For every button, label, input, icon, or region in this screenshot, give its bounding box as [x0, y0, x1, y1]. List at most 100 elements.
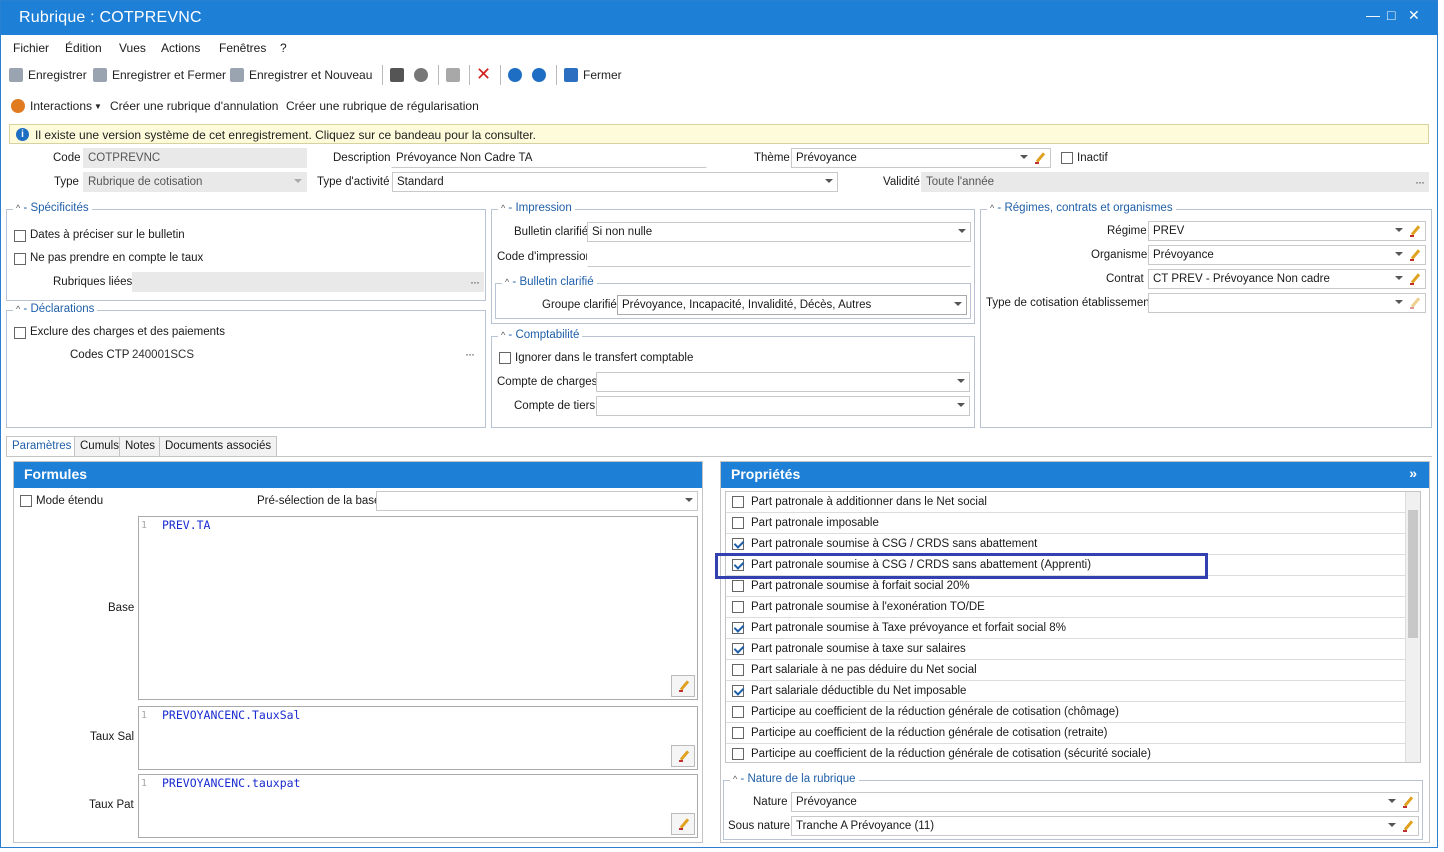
property-checkbox[interactable] [732, 538, 744, 550]
tab-parametres[interactable]: Paramètres [6, 436, 78, 457]
activity-select[interactable]: Standard [392, 172, 838, 192]
more-icon[interactable]: ··· [1415, 175, 1425, 189]
edit-pencil-icon[interactable] [1409, 249, 1421, 261]
nature-title[interactable]: ^ - Nature de la rubrique [730, 773, 859, 785]
code-field[interactable]: COTPREVNC [83, 148, 307, 168]
property-row[interactable]: Participe au coefficient de la réduction… [726, 702, 1406, 723]
menu-help[interactable]: ? [280, 41, 287, 55]
next-button[interactable] [532, 68, 551, 82]
theme-select[interactable]: Prévoyance [791, 148, 1051, 168]
edit-pencil-icon[interactable] [1402, 820, 1414, 832]
comptabilite-title[interactable]: ^ - Comptabilité [498, 329, 583, 341]
property-row[interactable]: Part patronale soumise à l'exonération T… [726, 597, 1406, 618]
property-row[interactable]: Part salariale déductible du Net imposab… [726, 681, 1406, 702]
scrollbar[interactable] [1405, 492, 1420, 762]
scrollbar-thumb[interactable] [1408, 510, 1418, 638]
print-button[interactable] [390, 68, 409, 82]
rubriques-liees-field[interactable]: ··· [132, 272, 484, 292]
tab-documents[interactable]: Documents associés [159, 436, 278, 456]
edit-pencil-icon[interactable] [1409, 273, 1421, 285]
menu-vues[interactable]: Vues [119, 41, 146, 55]
type-cotisation-select[interactable] [1148, 293, 1426, 313]
regul-rubric-button[interactable]: Créer une rubrique de régularisation [286, 99, 479, 113]
preselection-select[interactable] [376, 491, 698, 511]
property-checkbox[interactable] [732, 727, 744, 739]
property-checkbox[interactable] [732, 664, 744, 676]
delete-button[interactable]: ✕ [476, 64, 491, 85]
ignorer-checkbox[interactable] [499, 352, 511, 364]
property-row[interactable]: Participe au coefficient de la réduction… [726, 744, 1406, 762]
groupe-select[interactable]: Prévoyance, Incapacité, Invalidité, Décè… [617, 295, 967, 315]
tab-notes[interactable]: Notes [119, 436, 162, 456]
nature-select[interactable]: Prévoyance [791, 792, 1419, 812]
print-preview-button[interactable] [414, 68, 433, 82]
close-button[interactable]: Fermer [564, 68, 622, 82]
menu-edition[interactable]: Édition [65, 41, 102, 55]
edit-pencil-icon[interactable] [1034, 152, 1046, 164]
base-editor[interactable]: 1 PREV.TA [138, 516, 698, 700]
organisme-select[interactable]: Prévoyance [1148, 245, 1426, 265]
property-row[interactable]: Part salariale à ne pas déduire du Net s… [726, 660, 1406, 681]
property-checkbox[interactable] [732, 685, 744, 697]
mode-etendu-checkbox[interactable] [20, 495, 32, 507]
taux-checkbox[interactable] [14, 253, 26, 265]
property-row[interactable]: Part patronale à additionner dans le Net… [726, 492, 1406, 513]
system-version-banner[interactable]: i Il existe une version système de cet e… [9, 124, 1429, 144]
bulletin-clarifie-title[interactable]: ^ - Bulletin clarifié [502, 276, 597, 288]
regime-select[interactable]: PREV [1148, 221, 1426, 241]
code-impression-field[interactable] [587, 247, 971, 267]
menu-fichier[interactable]: Fichier [13, 41, 49, 55]
edit-pencil-icon[interactable] [1409, 297, 1421, 309]
more-icon[interactable]: ··· [470, 275, 480, 289]
close-icon[interactable]: ✕ [1408, 7, 1420, 24]
property-row[interactable]: Part patronale imposable [726, 513, 1406, 534]
description-field[interactable]: Prévoyance Non Cadre TA [391, 148, 707, 168]
interactions-button[interactable]: Interactions ▼ [11, 99, 102, 113]
edit-taux-pat-button[interactable] [671, 813, 695, 835]
more-icon[interactable]: ··· [465, 347, 475, 361]
save-new-button[interactable]: Enregistrer et Nouveau [230, 68, 372, 82]
declarations-title[interactable]: ^ - Déclarations [13, 303, 98, 315]
property-checkbox[interactable] [732, 622, 744, 634]
taux-sal-editor[interactable]: 1 PREVOYANCENC.TauxSal [138, 706, 698, 770]
specificites-title[interactable]: ^ - Spécificités [13, 202, 92, 214]
menu-actions[interactable]: Actions [161, 41, 200, 55]
property-row[interactable]: Part patronale soumise à taxe sur salair… [726, 639, 1406, 660]
edit-pencil-icon[interactable] [1409, 225, 1421, 237]
expand-icon[interactable]: » [1409, 465, 1417, 481]
edit-taux-sal-button[interactable] [671, 745, 695, 767]
property-checkbox[interactable] [732, 580, 744, 592]
taux-pat-editor[interactable]: 1 PREVOYANCENC.tauxpat [138, 774, 698, 838]
property-row[interactable]: Part patronale soumise à forfait social … [726, 576, 1406, 597]
edit-base-button[interactable] [671, 675, 695, 697]
inactif-checkbox[interactable] [1061, 152, 1073, 164]
bulletin-select[interactable]: Si non nulle [587, 222, 971, 242]
minimize-icon[interactable]: — [1366, 7, 1380, 23]
validity-field[interactable]: Toute l'année ··· [921, 172, 1429, 192]
property-row[interactable]: Part patronale soumise à Taxe prévoyance… [726, 618, 1406, 639]
exclure-checkbox[interactable] [14, 327, 26, 339]
tiers-select[interactable] [596, 396, 970, 416]
sous-nature-select[interactable]: Tranche A Prévoyance (11) [791, 816, 1419, 836]
property-row[interactable]: Part patronale soumise à CSG / CRDS sans… [726, 534, 1406, 555]
property-checkbox[interactable] [732, 496, 744, 508]
contrat-select[interactable]: CT PREV - Prévoyance Non cadre [1148, 269, 1426, 289]
tab-cumuls[interactable]: Cumuls [74, 436, 125, 456]
previous-button[interactable] [508, 68, 527, 82]
dates-checkbox[interactable] [14, 230, 26, 242]
impression-title[interactable]: ^ - Impression [498, 202, 575, 214]
charges-select[interactable] [596, 372, 970, 392]
property-checkbox[interactable] [732, 517, 744, 529]
save-button[interactable]: Enregistrer [9, 68, 87, 82]
copy-button[interactable] [446, 68, 465, 82]
edit-pencil-icon[interactable] [1402, 796, 1414, 808]
property-checkbox[interactable] [732, 706, 744, 718]
regimes-title[interactable]: ^ - Régimes, contrats et organismes [987, 202, 1176, 214]
property-checkbox[interactable] [732, 643, 744, 655]
property-row[interactable]: Participe au coefficient de la réduction… [726, 723, 1406, 744]
property-checkbox[interactable] [732, 748, 744, 760]
maximize-icon[interactable]: □ [1387, 7, 1395, 23]
type-select[interactable]: Rubrique de cotisation [83, 172, 307, 192]
property-checkbox[interactable] [732, 601, 744, 613]
menu-fenetres[interactable]: Fenêtres [219, 41, 266, 55]
